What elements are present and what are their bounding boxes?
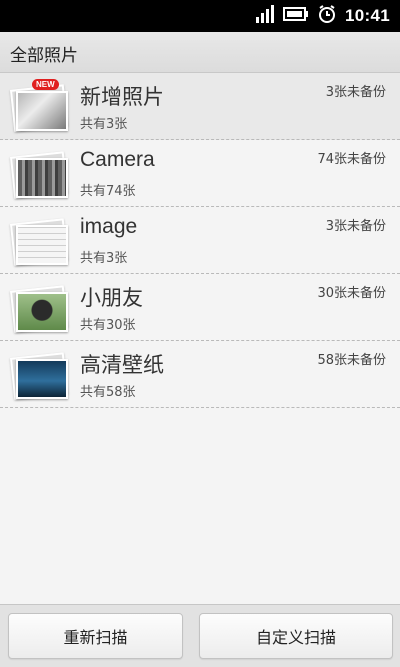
album-thumbnail [9,151,69,199]
signal-icon [255,5,275,27]
album-item-kids[interactable]: 小朋友 共有30张 30张未备份 [0,274,400,341]
battery-icon [283,6,309,26]
album-item-camera[interactable]: Camera 共有74张 74张未备份 [0,140,400,207]
album-thumbnail [9,352,69,400]
album-thumbnail: NEW [9,79,69,132]
album-name: 新增照片 [80,86,164,109]
album-count: 共有58张 [80,385,136,400]
album-name: image [80,215,138,238]
header-bar: 全部照片 [0,32,400,73]
album-count: 共有3张 [80,251,128,266]
album-item-hd-wallpapers[interactable]: 高清壁纸 共有58张 58张未备份 [0,341,400,408]
status-icons: 10:41 [255,0,390,32]
album-thumbnail [9,285,69,333]
status-time: 10:41 [345,6,390,25]
album-item-new-photos[interactable]: NEW 新增照片 共有3张 3张未备份 [0,73,400,140]
album-name: Camera [80,148,155,171]
album-name: 小朋友 [80,287,143,310]
album-thumbnail [9,218,69,266]
album-count: 共有30张 [80,318,136,333]
bottom-action-bar: 重新扫描 自定义扫描 [0,604,400,667]
status-bar: 10:41 [0,0,400,32]
backup-status: 74张未备份 [317,152,386,167]
alarm-icon [317,4,337,28]
custom-scan-button[interactable]: 自定义扫描 [199,613,393,659]
album-name: 高清壁纸 [80,354,164,377]
backup-status: 3张未备份 [325,85,386,100]
album-count: 共有3张 [80,117,128,132]
rescan-button[interactable]: 重新扫描 [8,613,183,659]
album-count: 共有74张 [80,184,136,199]
page-title: 全部照片 [10,46,78,66]
new-badge: NEW [32,79,59,90]
backup-status: 30张未备份 [317,286,386,301]
backup-status: 58张未备份 [317,353,386,368]
backup-status: 3张未备份 [325,219,386,234]
album-item-image[interactable]: image 共有3张 3张未备份 [0,207,400,274]
album-list: NEW 新增照片 共有3张 3张未备份 Camera 共有74张 74张未备份 … [0,73,400,408]
